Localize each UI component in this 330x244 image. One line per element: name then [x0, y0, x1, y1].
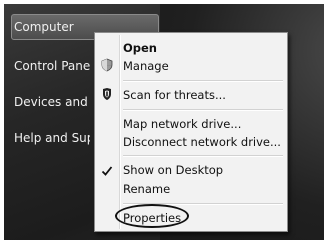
checkmark-icon [100, 163, 114, 177]
context-menu-gutter [119, 35, 121, 229]
desktop-screen: Computer Control Panel Devices and Print… [4, 4, 324, 240]
shield-icon [100, 57, 114, 72]
start-item-control-panel[interactable]: Control Panel [12, 54, 90, 78]
menu-separator [123, 155, 283, 157]
context-item-disconnect-network-drive[interactable]: Disconnect network drive... [123, 133, 281, 151]
menu-separator [123, 80, 283, 82]
start-item-devices-and-printers[interactable]: Devices and Printers [12, 90, 90, 114]
context-item-scan-for-threats[interactable]: Scan for threats... [123, 86, 226, 104]
context-item-manage[interactable]: Manage [123, 57, 169, 75]
start-item-label: Computer [14, 20, 74, 34]
start-item-help-and-support[interactable]: Help and Support [12, 126, 90, 150]
start-item-label: Help and Support [14, 131, 90, 145]
context-item-properties[interactable]: Properties [123, 209, 181, 227]
context-item-open[interactable]: Open [123, 39, 157, 57]
context-item-rename[interactable]: Rename [123, 180, 170, 198]
start-item-label: Devices and Printers [14, 95, 90, 109]
menu-separator [123, 109, 283, 111]
context-menu: Open Manage Scan for threats... Map netw… [94, 32, 288, 232]
start-item-label: Control Panel [14, 59, 90, 73]
context-item-show-on-desktop[interactable]: Show on Desktop [123, 161, 223, 179]
menu-separator [123, 203, 283, 205]
context-item-map-network-drive[interactable]: Map network drive... [123, 115, 241, 133]
antivirus-icon [100, 86, 114, 100]
